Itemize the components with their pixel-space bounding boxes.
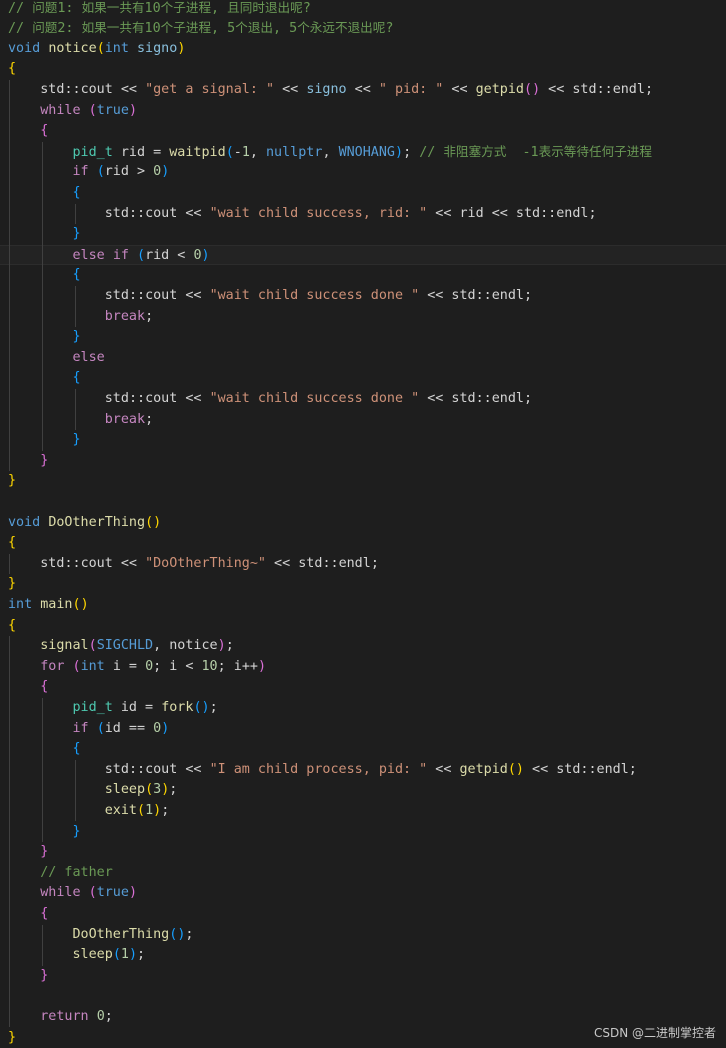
code-line[interactable]: // 问题1: 如果一共有10个子进程, 且同时退出呢? — [0, 0, 726, 18]
code-line[interactable]: std::cout << "wait child success done " … — [0, 286, 726, 307]
code-line[interactable]: DoOtherThing(); — [0, 925, 726, 946]
code-line[interactable]: signal(SIGCHLD, notice); — [0, 636, 726, 657]
code-line[interactable]: else — [0, 348, 726, 369]
code-line[interactable]: // 问题2: 如果一共有10个子进程, 5个退出, 5个永远不退出呢? — [0, 18, 726, 39]
code-line[interactable]: for (int i = 0; i < 10; i++) — [0, 657, 726, 678]
code-line[interactable]: } — [0, 327, 726, 348]
code-line[interactable]: { — [0, 677, 726, 698]
code-line[interactable] — [0, 986, 726, 1007]
code-line[interactable]: else if (rid < 0) — [0, 245, 726, 266]
code-line[interactable]: int main() — [0, 595, 726, 616]
code-line[interactable]: } — [0, 471, 726, 492]
code-line[interactable]: { — [0, 616, 726, 637]
code-line[interactable]: } — [0, 842, 726, 863]
code-line[interactable]: } — [0, 822, 726, 843]
code-line[interactable]: void DoOtherThing() — [0, 513, 726, 534]
code-line[interactable]: } — [0, 966, 726, 987]
code-line[interactable]: std::cout << "wait child success, rid: "… — [0, 204, 726, 225]
indent-guide — [42, 925, 43, 966]
code-line[interactable]: { — [0, 368, 726, 389]
code-line[interactable]: std::cout << "DoOtherThing~" << std::end… — [0, 554, 726, 575]
code-line[interactable]: std::cout << "I am child process, pid: "… — [0, 760, 726, 781]
code-line[interactable]: break; — [0, 410, 726, 431]
code-line[interactable]: { — [0, 533, 726, 554]
indent-guide — [9, 554, 10, 575]
code-line[interactable]: } — [0, 224, 726, 245]
code-line[interactable]: { — [0, 183, 726, 204]
indent-guide — [75, 389, 76, 430]
code-line[interactable]: while (true) — [0, 883, 726, 904]
indent-guide — [75, 286, 76, 327]
indent-guide — [75, 760, 76, 822]
code-line[interactable]: pid_t rid = waitpid(-1, nullptr, WNOHANG… — [0, 142, 726, 163]
code-editor[interactable]: // 问题1: 如果一共有10个子进程, 且同时退出呢?// 问题2: 如果一共… — [0, 0, 726, 1047]
code-line[interactable]: { — [0, 59, 726, 80]
indent-guide — [75, 204, 76, 225]
code-line[interactable]: while (true) — [0, 101, 726, 122]
code-line[interactable]: if (id == 0) — [0, 719, 726, 740]
code-line[interactable]: } — [0, 451, 726, 472]
code-line[interactable]: { — [0, 739, 726, 760]
indent-guide — [42, 698, 43, 842]
code-line[interactable]: sleep(3); — [0, 780, 726, 801]
code-line[interactable]: // father — [0, 863, 726, 884]
code-line[interactable]: { — [0, 265, 726, 286]
indent-guide — [42, 142, 43, 451]
code-line[interactable]: { — [0, 904, 726, 925]
code-line[interactable]: exit(1); — [0, 801, 726, 822]
code-line[interactable]: { — [0, 121, 726, 142]
csdn-watermark: CSDN @二进制掌控者 — [594, 1024, 716, 1041]
indent-guide — [9, 636, 10, 1027]
code-line[interactable]: sleep(1); — [0, 945, 726, 966]
code-line[interactable]: std::cout << "get a signal: " << signo <… — [0, 80, 726, 101]
code-line[interactable]: std::cout << "wait child success done " … — [0, 389, 726, 410]
indent-guide — [9, 80, 10, 471]
code-line[interactable] — [0, 492, 726, 513]
code-line[interactable]: pid_t id = fork(); — [0, 698, 726, 719]
code-line[interactable]: break; — [0, 307, 726, 328]
code-line[interactable]: if (rid > 0) — [0, 162, 726, 183]
code-line[interactable]: } — [0, 430, 726, 451]
code-line[interactable]: } — [0, 574, 726, 595]
code-line[interactable]: void notice(int signo) — [0, 39, 726, 60]
